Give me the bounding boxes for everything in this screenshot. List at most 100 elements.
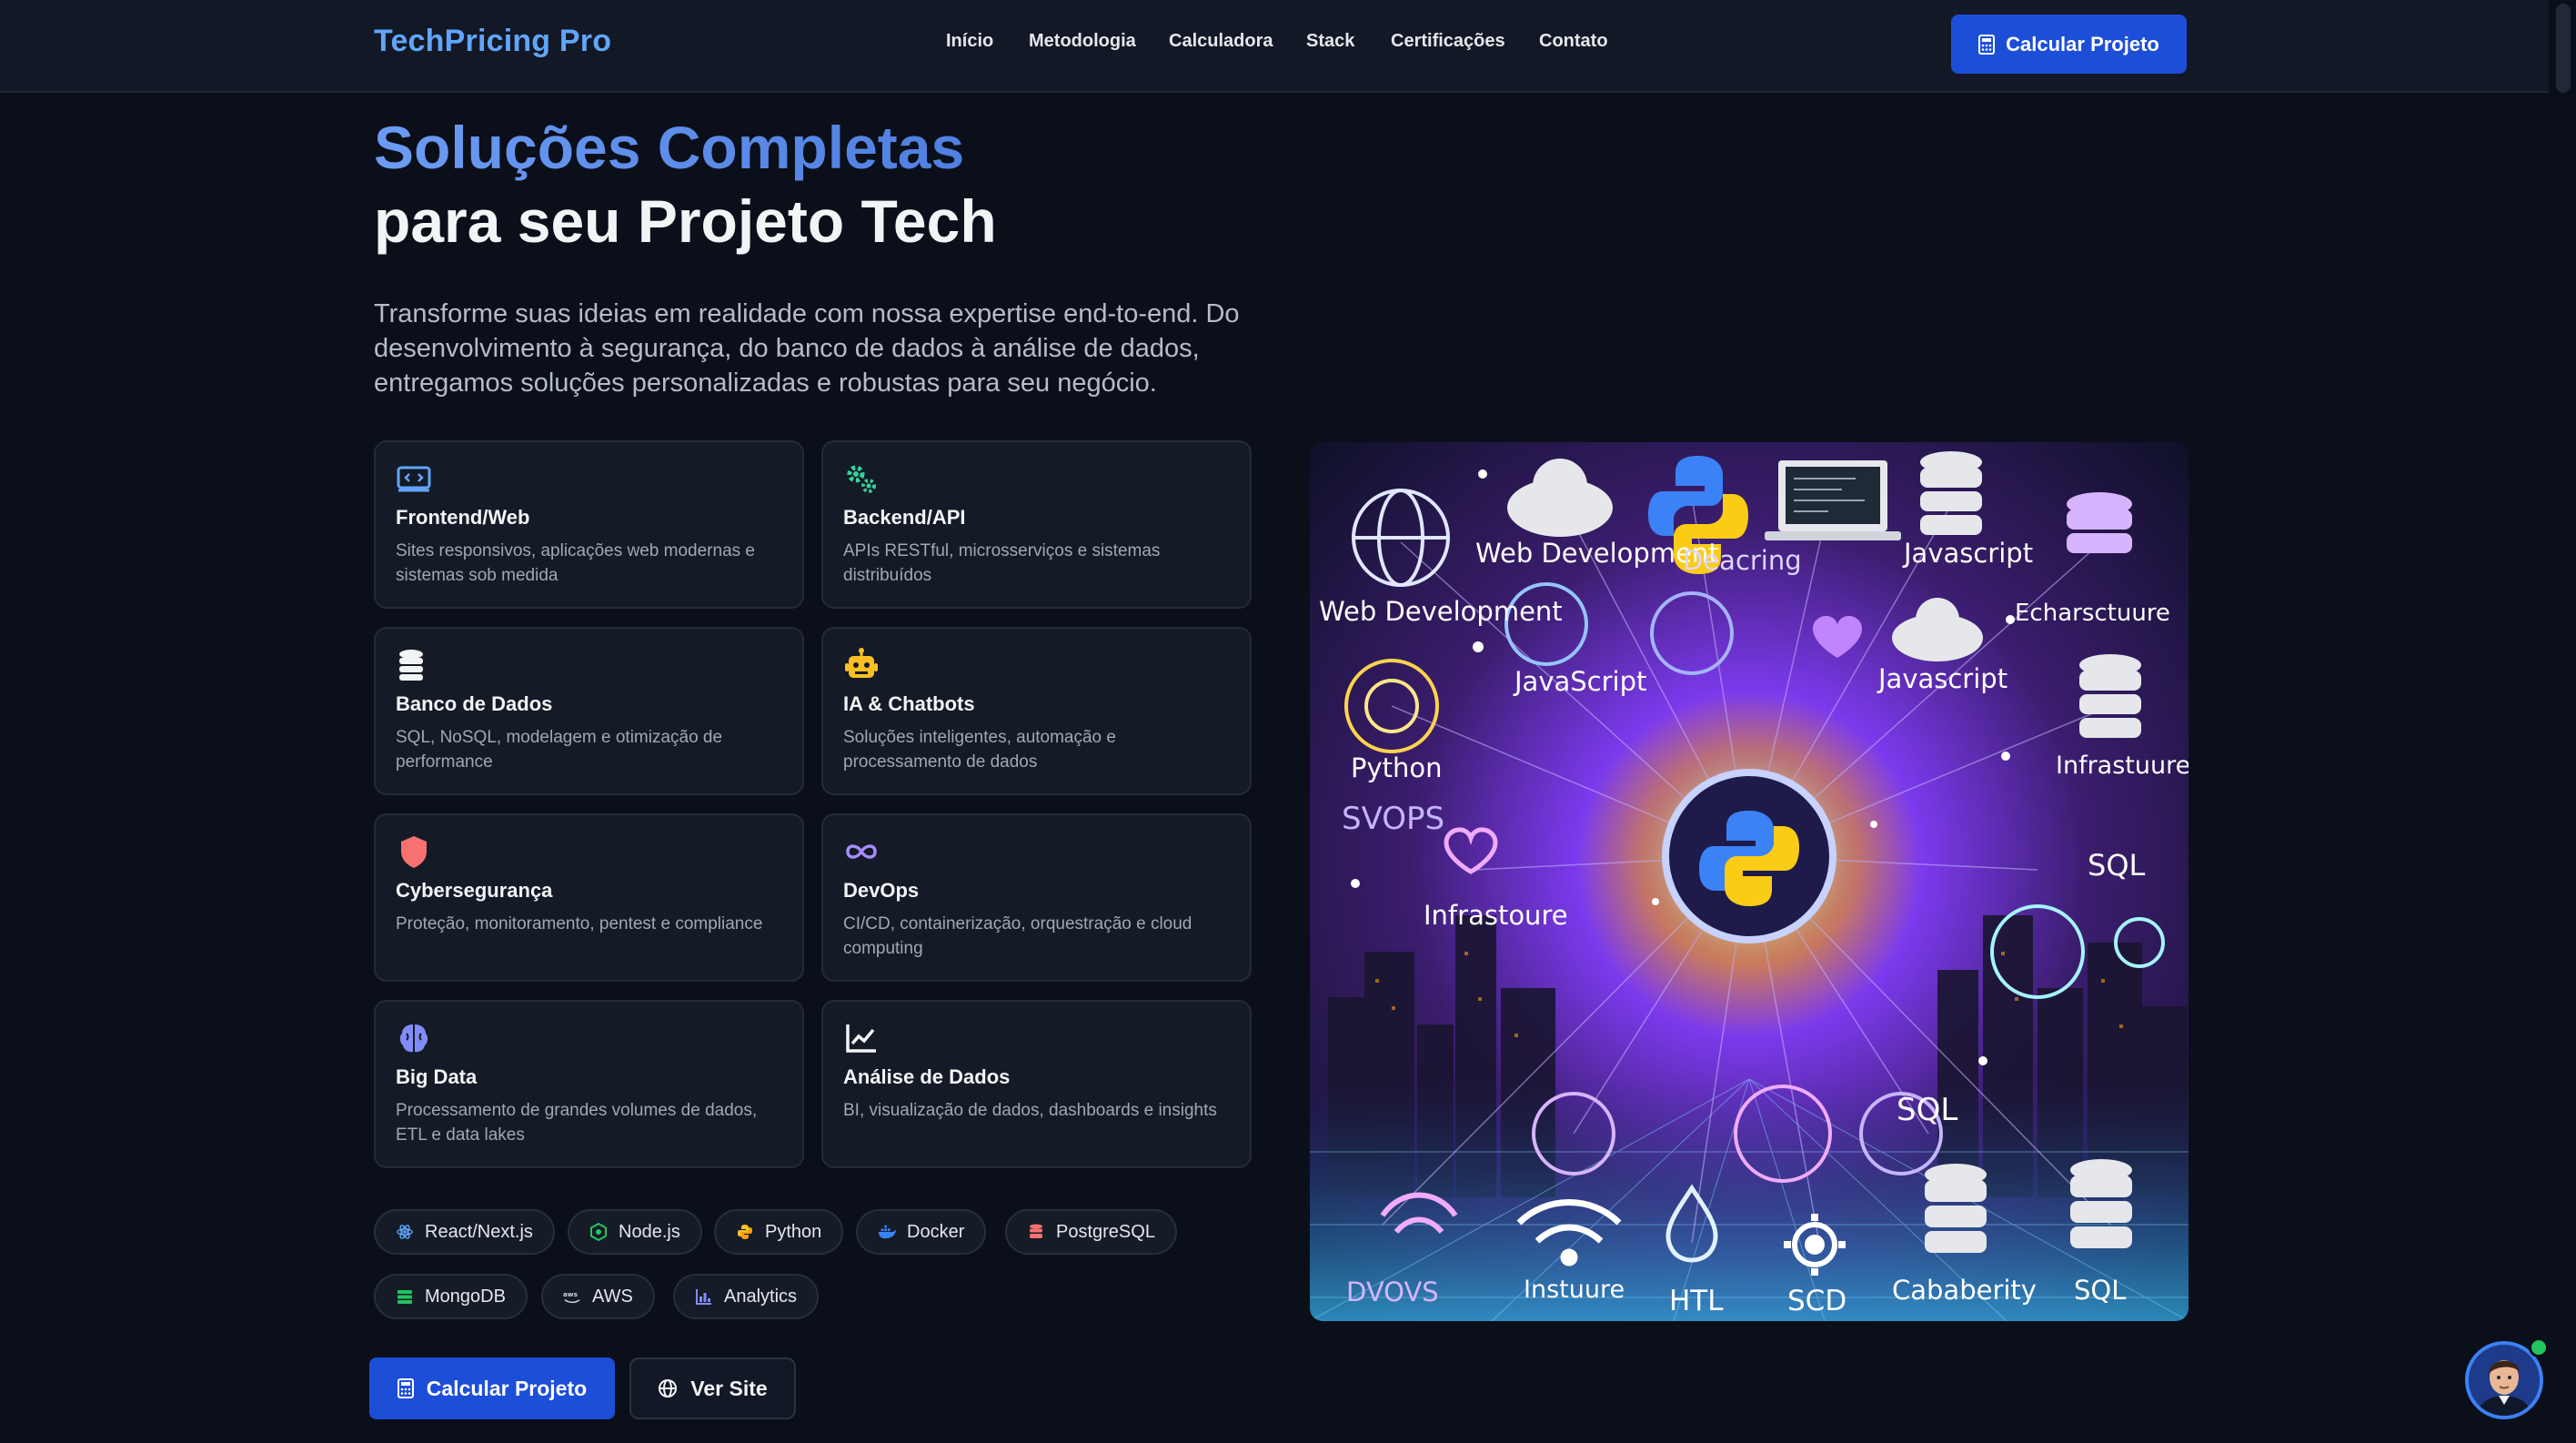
service-description: SQL, NoSQL, modelagem e otimização de pe… bbox=[396, 728, 723, 772]
aws-icon: aws bbox=[563, 1290, 580, 1304]
service-title: Big Data bbox=[396, 1065, 478, 1088]
illustration-label: HTL bbox=[1669, 1285, 1724, 1317]
infinity-icon bbox=[846, 844, 877, 859]
stack-chip-docker[interactable]: Docker bbox=[856, 1209, 987, 1255]
service-description: Processamento de grandes volumes de dado… bbox=[396, 1101, 758, 1145]
service-description: Proteção, monitoramento, pentest e compl… bbox=[396, 914, 763, 933]
illustration-label: SQL bbox=[2074, 1275, 2126, 1306]
svg-text:aws: aws bbox=[563, 1290, 578, 1298]
illustration-label: Python bbox=[1351, 752, 1443, 783]
react-icon bbox=[397, 1225, 413, 1239]
nav-link-calculadora[interactable]: Calculadora bbox=[1169, 31, 1273, 52]
illustration-label: SQL bbox=[2088, 848, 2146, 883]
calcular-projeto-label: Calcular Projeto bbox=[426, 1376, 588, 1400]
calcular-projeto-button[interactable]: Calcular Projeto bbox=[369, 1357, 615, 1419]
stack-chip-label: Analytics bbox=[724, 1286, 798, 1307]
hero-lead: Transforme suas ideias em realidade com … bbox=[374, 299, 1240, 398]
nav-link-stack[interactable]: Stack bbox=[1306, 31, 1354, 52]
nav-link-metodologia[interactable]: Metodologia bbox=[1029, 31, 1136, 52]
top-nav: TechPricing Pro Início Metodologia Calcu… bbox=[0, 0, 2576, 93]
service-description: Sites responsivos, aplicações web modern… bbox=[396, 541, 755, 585]
nav-links: Início Metodologia Calculadora Stack Cer… bbox=[0, 31, 2576, 58]
docker-icon bbox=[878, 1225, 896, 1239]
illustration-label: SCD bbox=[1787, 1285, 1846, 1317]
service-description: Soluções inteligentes, automação e proce… bbox=[843, 728, 1116, 772]
illustration-label: Instuure bbox=[1524, 1276, 1625, 1304]
person-avatar-icon bbox=[2469, 1345, 2540, 1416]
gears-icon bbox=[847, 465, 876, 493]
globe-icon bbox=[659, 1379, 678, 1398]
stack-chip-label: Python bbox=[765, 1221, 822, 1242]
stack-chip-mongodb[interactable]: MongoDB bbox=[374, 1274, 528, 1319]
calculator-icon bbox=[397, 1378, 414, 1398]
illustration-label: SQL bbox=[1897, 1092, 1957, 1128]
illustration-label: Infrastuure bbox=[2056, 752, 2189, 780]
stack-chip-analytics[interactable]: Analytics bbox=[673, 1274, 820, 1319]
stack-chip-postgresql[interactable]: PostgreSQL bbox=[1005, 1209, 1177, 1255]
service-card-big-data[interactable]: Big Data Processamento de grandes volume… bbox=[374, 1000, 804, 1168]
illustration-label: Javascript bbox=[1877, 663, 2007, 694]
hero-title: para seu Projeto Tech bbox=[374, 187, 997, 255]
illustration-label: Cababerity bbox=[1892, 1275, 2037, 1306]
service-description: CI/CD, containerização, orquestração e c… bbox=[843, 914, 1192, 958]
ver-site-label: Ver Site bbox=[690, 1376, 768, 1400]
database-icon bbox=[399, 650, 423, 681]
service-title: Análise de Dados bbox=[843, 1065, 1011, 1088]
service-card-frontend[interactable]: Frontend/Web Sites responsivos, aplicaçõ… bbox=[374, 440, 804, 609]
brain-icon bbox=[399, 1024, 428, 1053]
line-chart-icon bbox=[846, 1024, 876, 1053]
service-title: Frontend/Web bbox=[396, 506, 530, 529]
analytics-icon bbox=[696, 1289, 711, 1305]
online-status-dot bbox=[2529, 1337, 2549, 1357]
scrollbar-thumb[interactable] bbox=[2556, 4, 2571, 93]
robot-icon bbox=[845, 648, 878, 678]
illustration-label: Infrastoure bbox=[1424, 900, 1568, 931]
stack-chip-python[interactable]: Python bbox=[714, 1209, 844, 1255]
service-title: Cybersegurança bbox=[396, 879, 553, 902]
nav-cta-label: Calcular Projeto bbox=[2006, 32, 2159, 56]
stack-chip-label: MongoDB bbox=[425, 1286, 506, 1307]
stack-chip-label: PostgreSQL bbox=[1056, 1221, 1155, 1242]
nav-calcular-projeto-button[interactable]: Calcular Projeto bbox=[1951, 15, 2187, 74]
stack-chip-nodejs[interactable]: Node.js bbox=[568, 1209, 702, 1255]
tech-network-illustration: Web Development Deacring Javascript Web … bbox=[1310, 442, 2189, 1321]
nav-link-inicio[interactable]: Início bbox=[946, 31, 993, 52]
scrollbar[interactable] bbox=[2549, 0, 2576, 1443]
ver-site-button[interactable]: Ver Site bbox=[629, 1357, 796, 1419]
stack-chip-label: AWS bbox=[592, 1286, 633, 1307]
stack-chip-aws[interactable]: aws AWS bbox=[541, 1274, 655, 1319]
nav-link-contato[interactable]: Contato bbox=[1539, 31, 1608, 52]
illustration-label: SVOPS bbox=[1342, 801, 1444, 837]
code-window-icon bbox=[397, 466, 431, 492]
service-card-banco-de-dados[interactable]: Banco de Dados SQL, NoSQL, modelagem e o… bbox=[374, 627, 804, 795]
service-title: Backend/API bbox=[843, 506, 966, 529]
service-card-cyberseguranca[interactable]: Cybersegurança Proteção, monitoramento, … bbox=[374, 813, 804, 982]
service-title: Banco de Dados bbox=[396, 692, 553, 715]
service-title: DevOps bbox=[843, 879, 920, 902]
mongodb-icon bbox=[397, 1290, 412, 1304]
stack-chip-label: Docker bbox=[907, 1221, 965, 1242]
illustration-label: Web Development bbox=[1319, 596, 1563, 627]
shield-icon bbox=[401, 836, 427, 868]
illustration-label: Javascript bbox=[1902, 538, 2033, 569]
illustration-label: Echarsctuure bbox=[2015, 600, 2170, 627]
hero-title-highlight: Soluções Completas bbox=[374, 114, 965, 181]
illustration-label: DVOVS bbox=[1346, 1276, 1439, 1307]
postgresql-icon bbox=[1030, 1224, 1042, 1238]
nodejs-icon bbox=[590, 1223, 607, 1241]
service-title: IA & Chatbots bbox=[843, 692, 975, 715]
service-card-devops[interactable]: DevOps CI/CD, containerização, orquestra… bbox=[821, 813, 1252, 982]
illustration-label: JavaScript bbox=[1513, 666, 1646, 697]
service-card-ia-chatbots[interactable]: IA & Chatbots Soluções inteligentes, aut… bbox=[821, 627, 1252, 795]
stack-chip-label: Node.js bbox=[619, 1221, 680, 1242]
stack-chip-label: React/Next.js bbox=[425, 1221, 533, 1242]
service-description: BI, visualização de dados, dashboards e … bbox=[843, 1101, 1217, 1120]
stack-chip-react[interactable]: React/Next.js bbox=[374, 1209, 555, 1255]
illustration-label: Deacring bbox=[1683, 545, 1802, 576]
calculator-icon bbox=[1978, 34, 1996, 55]
service-card-backend[interactable]: Backend/API APIs RESTful, microsserviços… bbox=[821, 440, 1252, 609]
service-card-analise-de-dados[interactable]: Análise de Dados BI, visualização de dad… bbox=[821, 1000, 1252, 1168]
python-icon bbox=[738, 1225, 752, 1239]
nav-link-certificacoes[interactable]: Certificações bbox=[1391, 31, 1505, 52]
service-description: APIs RESTful, microsserviços e sistemas … bbox=[843, 541, 1161, 585]
